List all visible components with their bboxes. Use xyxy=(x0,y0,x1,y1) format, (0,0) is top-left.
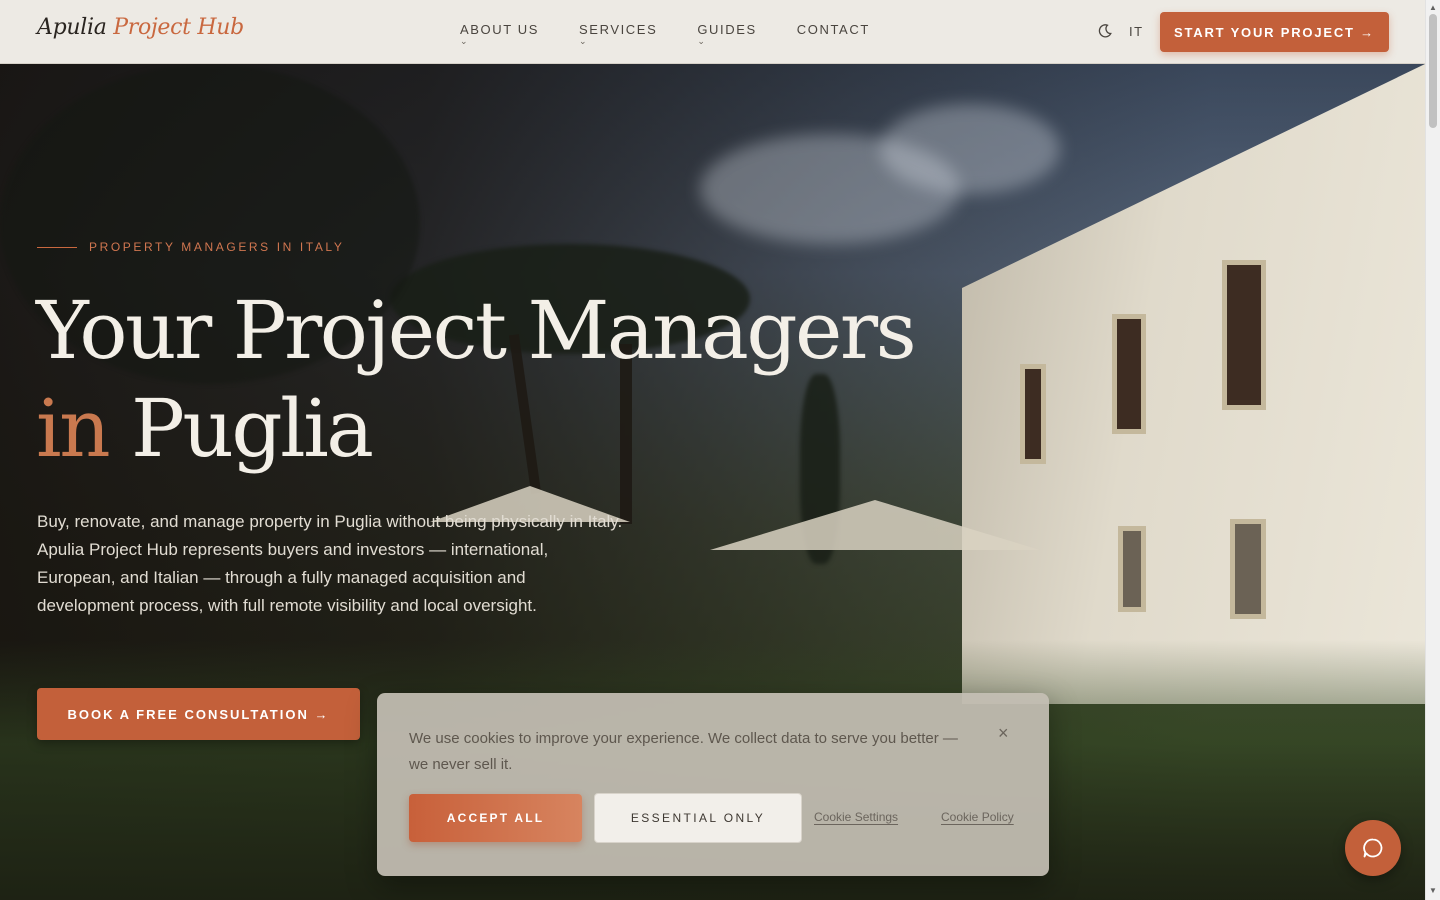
hero-background xyxy=(1112,314,1146,434)
moon-icon[interactable] xyxy=(1097,23,1113,39)
nav-guides[interactable]: GUIDES ⌄ xyxy=(697,22,757,46)
nav-about-us-label: ABOUT US xyxy=(460,22,540,37)
hero-background xyxy=(1222,260,1266,410)
logo-main: Apulia xyxy=(37,15,107,40)
start-project-button[interactable]: START YOUR PROJECT → xyxy=(1160,12,1389,52)
eyebrow-line xyxy=(37,246,77,248)
logo-accent: Project Hub xyxy=(113,15,244,40)
hero-background xyxy=(1118,526,1146,612)
cookie-policy-link[interactable]: Cookie Policy xyxy=(941,810,1014,824)
cookie-text: We use cookies to improve your experienc… xyxy=(409,730,958,773)
hero-background xyxy=(1020,364,1046,464)
chat-button[interactable] xyxy=(1345,820,1401,876)
headline-line2: Puglia xyxy=(108,382,374,475)
nav-services-label: SERVICES xyxy=(579,22,658,37)
headline-line1: Your Project Managers xyxy=(36,284,917,377)
chevron-down-icon: ⌄ xyxy=(697,36,705,46)
book-consultation-button[interactable]: BOOK A FREE CONSULTATION → xyxy=(37,688,360,740)
nav-about-us[interactable]: ABOUT US ⌄ xyxy=(460,22,540,46)
scroll-up-icon[interactable]: ▲ xyxy=(1429,3,1437,12)
chevron-down-icon: ⌄ xyxy=(460,36,468,46)
scrollbar[interactable]: ▲ ▼ xyxy=(1425,0,1440,900)
cookie-settings-link[interactable]: Cookie Settings xyxy=(814,810,898,824)
chevron-down-icon: ⌄ xyxy=(579,36,587,46)
main-nav: ABOUT US ⌄ SERVICES ⌄ GUIDES ⌄ CONTACT xyxy=(460,22,910,46)
hero-background xyxy=(1230,519,1266,619)
chat-bubble-icon xyxy=(1363,838,1383,858)
hero-background xyxy=(880,104,1060,194)
site-header: Apulia Project Hub ABOUT US ⌄ SERVICES ⌄… xyxy=(0,0,1425,64)
close-icon[interactable]: × xyxy=(998,723,1009,744)
hero-eyebrow: PROPERTY MANAGERS IN ITALY xyxy=(37,240,344,254)
essential-only-button[interactable]: ESSENTIAL ONLY xyxy=(594,793,802,843)
scroll-thumb[interactable] xyxy=(1429,14,1437,128)
accept-all-button[interactable]: ACCEPT ALL xyxy=(409,794,582,842)
cookie-banner: We use cookies to improve your experienc… xyxy=(377,693,1049,876)
nav-contact-label: CONTACT xyxy=(796,22,870,37)
language-switch[interactable]: IT xyxy=(1129,24,1144,39)
nav-services[interactable]: SERVICES ⌄ xyxy=(579,22,658,46)
hero-headline: Your Project Managers in Puglia xyxy=(36,282,917,478)
eyebrow-text: PROPERTY MANAGERS IN ITALY xyxy=(89,240,345,254)
hero-lede: Buy, renovate, and manage property in Pu… xyxy=(37,512,623,615)
logo[interactable]: Apulia Project Hub xyxy=(37,15,244,40)
scroll-down-icon[interactable]: ▼ xyxy=(1429,886,1437,895)
nav-contact[interactable]: CONTACT xyxy=(797,22,870,37)
nav-guides-label: GUIDES xyxy=(697,22,757,37)
headline-accent: in xyxy=(36,382,111,475)
